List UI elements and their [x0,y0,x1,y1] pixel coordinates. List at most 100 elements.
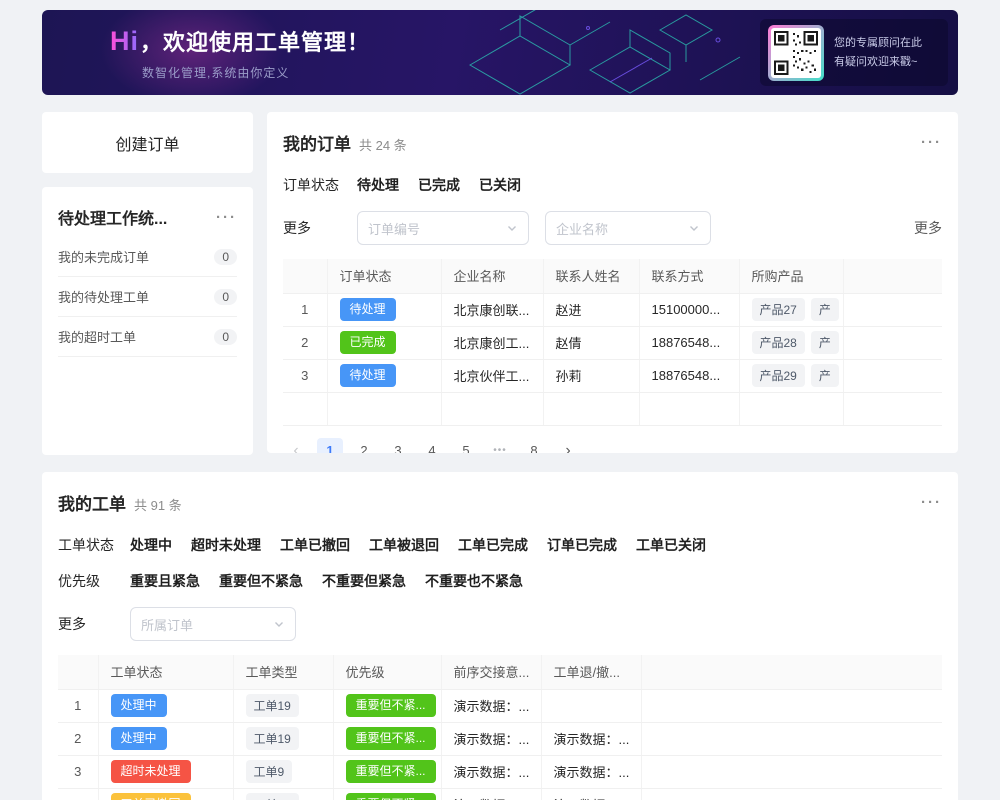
more-icon[interactable]: ··· [921,135,942,150]
filter-option-processing[interactable]: 处理中 [130,535,172,555]
cell-index: 3 [58,755,98,788]
order-no-select[interactable]: 订单编号 [357,211,529,245]
priority-important-not-urgent[interactable]: 重要但不紧急 [219,571,303,591]
pagination-ellipsis-icon[interactable]: ••• [487,438,513,454]
page-button-1[interactable]: 1 [317,438,343,454]
cell-withdraw [541,689,641,722]
more-icon[interactable]: ··· [216,210,237,225]
qr-caption-line1: 您的专属顾问在此 [834,34,922,53]
priority-not-important-not-urgent[interactable]: 不重要也不紧急 [425,571,523,591]
cell-index: 4 [58,788,98,800]
cell-index: 3 [283,359,327,392]
company-name-select[interactable]: 企业名称 [545,211,711,245]
cell-company: 北京伙伴工... [441,359,543,392]
col-empty [641,655,942,689]
col-wo-type: 工单类型 [233,655,333,689]
cell-empty [641,788,942,800]
filter-option-wo-completed[interactable]: 工单已完成 [458,535,528,555]
cell-type: 工单16 [233,788,333,800]
cell-type: 工单19 [233,722,333,755]
stat-label: 我的未完成订单 [58,247,149,266]
table-row[interactable]: 4 工单已撤回 工单16 重要但不紧... 演示数据：... 演示数据：... [58,788,942,800]
pagination: ‹ 1 2 3 4 5 ••• 8 › [283,438,942,454]
chevron-down-icon [506,222,518,234]
col-handover: 前序交接意... [441,655,541,689]
col-priority: 优先级 [333,655,441,689]
filter-option-closed[interactable]: 已关闭 [479,175,521,195]
filter-label: 订单状态 [283,175,357,195]
filter-option-pending[interactable]: 待处理 [357,175,399,195]
prev-page-icon[interactable]: ‹ [283,438,309,454]
more-icon[interactable]: ··· [921,495,942,510]
orders-panel-title: 我的订单 [283,130,351,155]
page-button-2[interactable]: 2 [351,438,377,454]
workorders-panel-title: 我的工单 [58,490,126,515]
status-badge: 工单已撤回 [111,793,191,800]
cell-index: 1 [283,293,327,326]
next-page-icon[interactable]: › [555,438,581,454]
banner-consultant-block: 您的专属顾问在此 有疑问欢迎来戳~ [760,19,948,86]
company-name-placeholder: 企业名称 [556,219,608,238]
type-tag: 工单16 [246,793,299,800]
table-row[interactable]: 2 处理中 工单19 重要但不紧... 演示数据：... 演示数据：... [58,722,942,755]
stat-count-badge: 0 [214,289,237,305]
stat-label: 我的待处理工单 [58,287,149,306]
filter-option-returned[interactable]: 工单被退回 [369,535,439,555]
welcome-banner: Hi，欢迎使用工单管理！ 数智化管理,系统由你定义 [42,10,958,95]
status-badge: 处理中 [111,727,167,750]
cell-handover: 演示数据：... [441,788,541,800]
qr-caption-line2: 有疑问欢迎来戳~ [834,53,922,72]
cell-priority: 重要但不紧... [333,689,441,722]
priority-important-urgent[interactable]: 重要且紧急 [130,571,200,591]
workorders-table-header-row: 工单状态 工单类型 优先级 前序交接意... 工单退/撤... [58,655,942,689]
cell-contact: 赵倩 [543,326,639,359]
filter-option-recalled[interactable]: 工单已撤回 [280,535,350,555]
stat-item-pending-workorders[interactable]: 我的待处理工单 0 [58,277,237,317]
qr-caption: 您的专属顾问在此 有疑问欢迎来戳~ [834,34,922,71]
col-wo-status: 工单状态 [98,655,233,689]
table-row-empty [283,392,942,425]
cell-contact: 孙莉 [543,359,639,392]
table-row[interactable]: 1 待处理 北京康创联... 赵进 15100000... 产品27产 [283,293,942,326]
cell-priority: 重要但不紧... [333,755,441,788]
filter-option-wo-closed[interactable]: 工单已关闭 [636,535,706,555]
cell-status: 待处理 [327,359,441,392]
cell-withdraw: 演示数据：... [541,722,641,755]
stat-count-badge: 0 [214,329,237,345]
table-row[interactable]: 1 处理中 工单19 重要但不紧... 演示数据：... [58,689,942,722]
cell-products: 产品28产 [739,326,843,359]
table-row[interactable]: 2 已完成 北京康创工... 赵倩 18876548... 产品28产 [283,326,942,359]
create-order-button[interactable]: 创建订单 [42,112,253,173]
filter-option-overdue[interactable]: 超时未处理 [191,535,261,555]
more-filters-link[interactable]: 更多 [914,218,942,238]
workorders-count: 共 91 条 [134,495,182,514]
cell-phone: 18876548... [639,326,739,359]
table-row[interactable]: 3 超时未处理 工单9 重要但不紧... 演示数据：... 演示数据：... [58,755,942,788]
stat-count-badge: 0 [214,249,237,265]
banner-text-block: Hi，欢迎使用工单管理！ 数智化管理,系统由你定义 [110,25,370,81]
table-row[interactable]: 3 待处理 北京伙伴工... 孙莉 18876548... 产品29产 [283,359,942,392]
chevron-down-icon [273,618,285,630]
page-button-3[interactable]: 3 [385,438,411,454]
cell-handover: 演示数据：... [441,722,541,755]
filter-label: 优先级 [58,571,130,591]
cell-status: 超时未处理 [98,755,233,788]
page-button-4[interactable]: 4 [419,438,445,454]
parent-order-select[interactable]: 所属订单 [130,607,296,641]
product-tag: 产品29 [752,364,805,387]
filter-option-completed[interactable]: 已完成 [418,175,460,195]
my-workorders-panel: 我的工单 共 91 条 ··· 工单状态 处理中 超时未处理 工单已撤回 工单被… [42,472,958,800]
priority-not-important-urgent[interactable]: 不重要但紧急 [322,571,406,591]
status-badge: 已完成 [340,331,396,354]
type-tag: 工单19 [246,727,299,750]
type-tag: 工单19 [246,694,299,717]
cell-phone: 15100000... [639,293,739,326]
page-button-8[interactable]: 8 [521,438,547,454]
filter-option-order-completed[interactable]: 订单已完成 [547,535,617,555]
stat-item-overdue-workorders[interactable]: 我的超时工单 0 [58,317,237,357]
order-more-filter-row: 更多 订单编号 企业名称 更多 [283,211,942,245]
stat-item-unfinished-orders[interactable]: 我的未完成订单 0 [58,237,237,277]
page-button-5[interactable]: 5 [453,438,479,454]
status-badge: 超时未处理 [111,760,191,783]
product-tag: 产品27 [752,298,805,321]
